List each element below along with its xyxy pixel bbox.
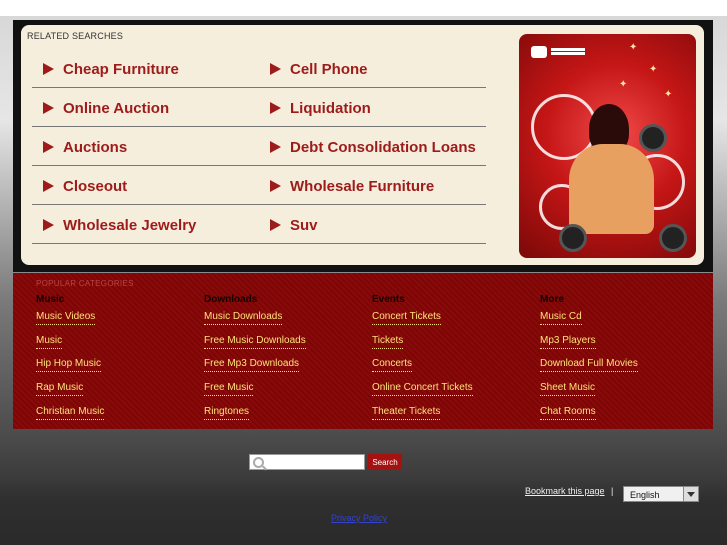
related-row: Auctions Debt Consolidation Loans (32, 127, 486, 166)
category-heading: Music (36, 294, 65, 305)
related-searches-list: Cheap Furniture Cell Phone Online Auctio… (32, 49, 486, 244)
category-link[interactable]: Sheet Music (540, 382, 596, 397)
language-select[interactable]: English (623, 486, 699, 502)
star-icon: ✦ (629, 42, 638, 53)
promo-image[interactable]: ✦ ✦ ✦ ✦ (519, 34, 696, 258)
brand-logo-text-icon (551, 48, 585, 51)
star-icon: ✦ (619, 79, 628, 90)
search-button[interactable]: Search (368, 454, 402, 470)
category-heading: Events (372, 294, 405, 305)
arrow-right-icon (270, 63, 281, 75)
arrow-right-icon (270, 102, 281, 114)
search-icon (253, 457, 264, 468)
related-link[interactable]: Liquidation (270, 98, 371, 118)
arrow-right-icon (43, 180, 54, 192)
related-link[interactable]: Closeout (43, 176, 127, 196)
related-link[interactable]: Auctions (43, 137, 127, 157)
category-column: Music Music Videos Music Hip Hop Music R… (36, 294, 105, 429)
popular-categories: POPULAR CATEGORIES Music Music Videos Mu… (13, 273, 713, 429)
category-link[interactable]: Hip Hop Music (36, 358, 102, 373)
star-icon: ✦ (664, 89, 673, 100)
category-link[interactable]: Tickets (372, 335, 404, 349)
category-link[interactable]: Rap Music (36, 382, 84, 397)
arrow-right-icon (43, 219, 54, 231)
category-heading: More (540, 294, 564, 305)
related-row: Wholesale Jewelry Suv (32, 205, 486, 244)
speaker-icon (659, 224, 687, 252)
category-link[interactable]: Music Downloads (204, 311, 283, 325)
category-link[interactable]: Music Videos (36, 311, 96, 325)
person-body-icon (569, 144, 654, 234)
category-heading: Downloads (204, 294, 258, 305)
related-row: Cheap Furniture Cell Phone (32, 49, 486, 88)
related-row: Online Auction Liquidation (32, 88, 486, 127)
related-link[interactable]: Wholesale Furniture (270, 176, 434, 196)
category-link[interactable]: Music Cd (540, 311, 582, 325)
category-link[interactable]: Ringtones (204, 406, 250, 420)
category-link[interactable]: Concerts (372, 358, 413, 373)
related-link[interactable]: Cell Phone (270, 59, 368, 79)
related-searches-panel: RELATED SEARCHES Cheap Furniture Cell Ph… (13, 20, 713, 272)
category-link[interactable]: Christian Music (36, 406, 105, 420)
arrow-right-icon (270, 219, 281, 231)
related-row: Closeout Wholesale Furniture (32, 166, 486, 205)
category-link[interactable]: Concert Tickets (372, 311, 441, 325)
category-column: Events Concert Tickets Tickets Concerts … (372, 294, 473, 429)
category-link[interactable]: Chat Rooms (540, 406, 596, 420)
privacy-policy-link[interactable]: Privacy Policy (331, 513, 387, 523)
arrow-right-icon (43, 63, 54, 75)
related-searches-box: RELATED SEARCHES Cheap Furniture Cell Ph… (21, 25, 704, 265)
category-link[interactable]: Download Full Movies (540, 358, 638, 373)
arrow-right-icon (43, 141, 54, 153)
footer-separator: | (611, 486, 614, 496)
speaker-icon (639, 124, 667, 152)
related-link[interactable]: Wholesale Jewelry (43, 215, 196, 235)
category-column: Downloads Music Downloads Free Music Dow… (204, 294, 306, 429)
related-link[interactable]: Cheap Furniture (43, 59, 179, 79)
arrow-right-icon (43, 102, 54, 114)
category-link[interactable]: Free Music (204, 382, 254, 397)
category-link[interactable]: Theater Tickets (372, 406, 441, 420)
category-link[interactable]: Online Concert Tickets (372, 382, 473, 397)
category-link[interactable]: Free Mp3 Downloads (204, 358, 300, 373)
speaker-icon (559, 224, 587, 252)
arrow-right-icon (270, 180, 281, 192)
arrow-right-icon (270, 141, 281, 153)
related-link[interactable]: Suv (270, 215, 318, 235)
category-link[interactable]: Mp3 Players (540, 335, 596, 349)
brand-logo-icon (531, 46, 547, 58)
popular-categories-title: POPULAR CATEGORIES (36, 279, 134, 288)
chevron-down-icon[interactable] (683, 487, 698, 501)
category-column: More Music Cd Mp3 Players Download Full … (540, 294, 638, 429)
related-link[interactable]: Debt Consolidation Loans (270, 137, 476, 157)
category-link[interactable]: Music (36, 335, 63, 349)
category-link[interactable]: Free Music Downloads (204, 335, 306, 349)
language-value: English (630, 490, 660, 500)
star-icon: ✦ (649, 64, 658, 75)
bookmark-link[interactable]: Bookmark this page (525, 486, 605, 496)
related-searches-title: RELATED SEARCHES (27, 31, 124, 41)
related-link[interactable]: Online Auction (43, 98, 169, 118)
search-input[interactable] (249, 454, 365, 470)
